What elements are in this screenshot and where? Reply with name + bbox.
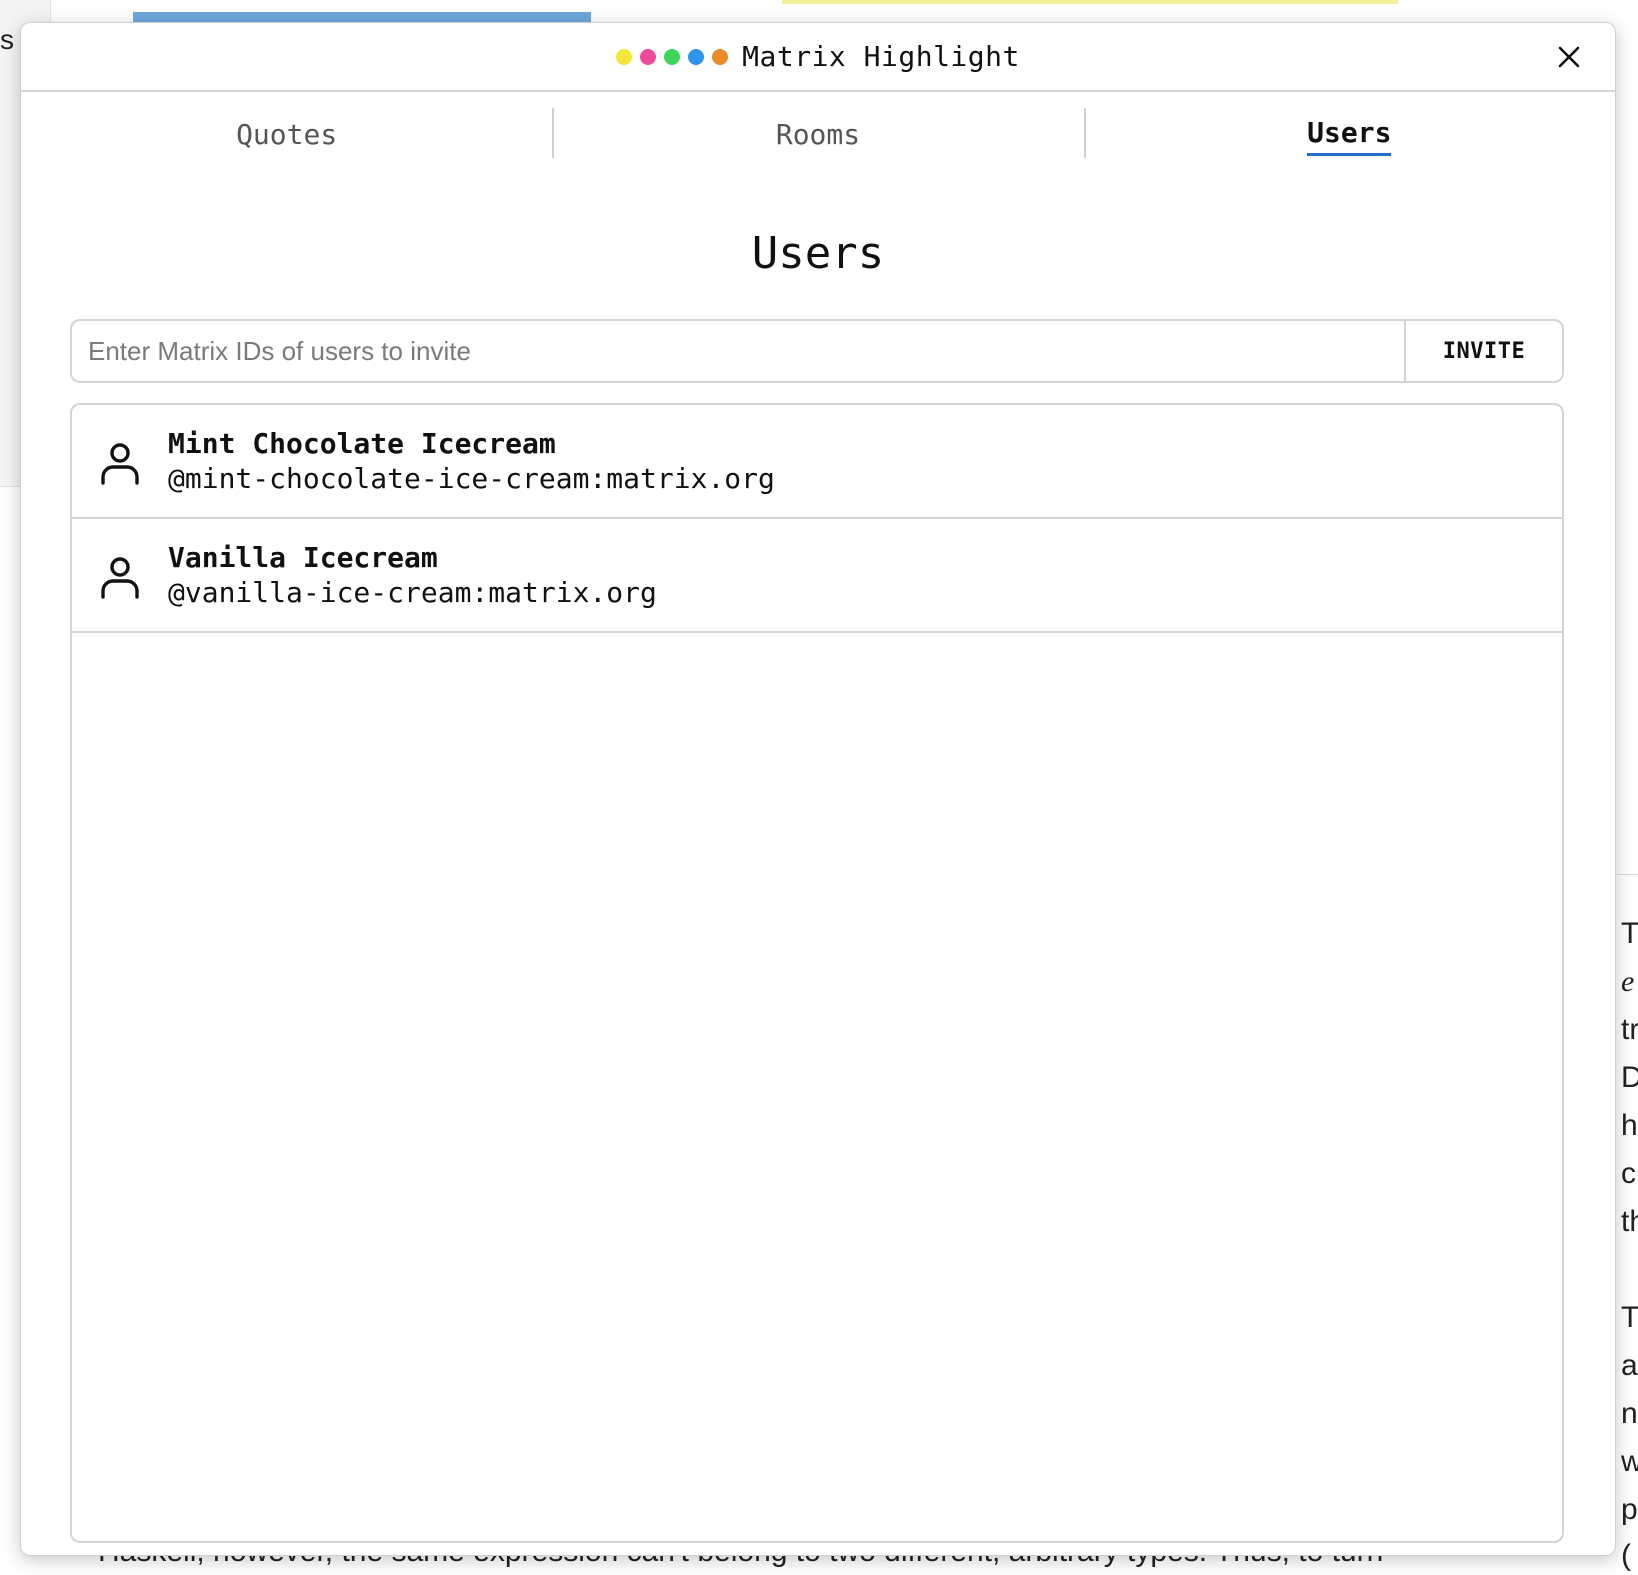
logo-dot-green (664, 48, 681, 65)
logo-dot-orange (712, 48, 729, 65)
logo-dot-pink (640, 48, 657, 65)
user-text: Mint Chocolate Icecream @mint-chocolate-… (168, 427, 775, 495)
logo-dot-blue (688, 48, 705, 65)
background-right-text: c (1621, 1157, 1636, 1190)
background-right-text: e (1621, 965, 1635, 998)
invite-input[interactable] (72, 321, 1404, 381)
tab-bar: Quotes Rooms Users (21, 92, 1615, 180)
background-right-text: h (1621, 1109, 1638, 1142)
user-icon (72, 551, 168, 599)
background-right-text: ( (1621, 1539, 1631, 1572)
background-right-text: T (1621, 1301, 1638, 1334)
background-right-text: tr (1621, 1013, 1638, 1046)
list-item[interactable]: Mint Chocolate Icecream @mint-chocolate-… (72, 405, 1562, 519)
user-name: Mint Chocolate Icecream (168, 427, 556, 460)
user-id: @vanilla-ice-cream:matrix.org (168, 576, 657, 609)
user-list: Mint Chocolate Icecream @mint-chocolate-… (70, 403, 1564, 1543)
background-left-text: s (0, 24, 14, 55)
title-group: Matrix Highlight (21, 23, 1615, 90)
background-right-text: n (1621, 1397, 1638, 1430)
tab-quotes[interactable]: Quotes (21, 92, 552, 180)
background-right-text: th (1621, 1205, 1638, 1238)
tab-label: Users (1307, 116, 1392, 156)
logo-dot-yellow (616, 48, 633, 65)
background-right-text: a (1621, 1349, 1638, 1382)
page-title: Users (751, 228, 885, 279)
background-right-text: w (1621, 1445, 1638, 1478)
close-button[interactable] (1549, 37, 1589, 77)
list-item[interactable]: Vanilla Icecream @vanilla-ice-cream:matr… (72, 519, 1562, 633)
tab-label: Quotes (236, 117, 338, 151)
tab-label: Rooms (775, 117, 861, 151)
background-right-text: T (1621, 917, 1638, 950)
background-right-text: D (1621, 1061, 1638, 1094)
close-icon (1558, 46, 1580, 68)
background-yellow-highlight (782, 0, 1398, 4)
logo-dots (616, 48, 729, 65)
background-right-column: T e tr D h c th T a n w p ( (1617, 874, 1638, 1575)
tab-rooms[interactable]: Rooms (552, 92, 1083, 180)
invite-button[interactable]: INVITE (1404, 321, 1562, 381)
invite-row: INVITE (70, 319, 1564, 383)
window-title: Matrix Highlight (742, 40, 1020, 73)
user-icon (72, 437, 168, 485)
user-text: Vanilla Icecream @vanilla-ice-cream:matr… (168, 541, 657, 609)
matrix-highlight-popup: Matrix Highlight Quotes Rooms Users User… (20, 22, 1616, 1556)
user-name: Vanilla Icecream (168, 541, 438, 574)
user-id: @mint-chocolate-ice-cream:matrix.org (168, 462, 775, 495)
title-bar: Matrix Highlight (21, 23, 1615, 92)
tab-users[interactable]: Users (1083, 92, 1615, 180)
background-right-text: p (1621, 1493, 1638, 1526)
